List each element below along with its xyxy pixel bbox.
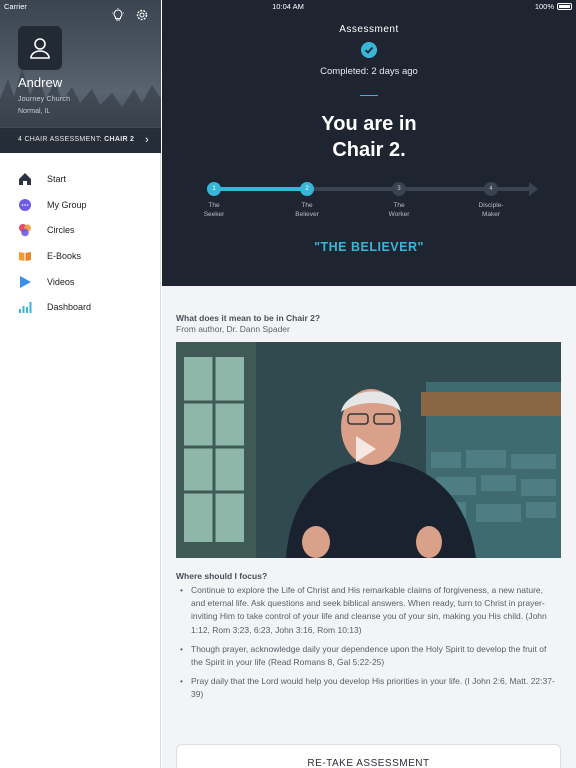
user-icon xyxy=(30,38,50,59)
step-label: The Believer xyxy=(295,202,319,218)
church-name: Journey Church xyxy=(18,96,71,103)
battery-percent: 100% xyxy=(534,2,554,11)
video-player[interactable] xyxy=(176,342,561,558)
assessment-header: Assessment Completed: 2 days ago You are… xyxy=(162,0,576,286)
assessment-result-link[interactable]: 4 CHAIR ASSESSMENT: CHAIR 2 › xyxy=(0,127,161,153)
status-bar: Carrier 10:04 AM 100% xyxy=(0,0,576,12)
chair-progress: 1 2 3 4 xyxy=(202,182,538,196)
checkmark-icon xyxy=(361,42,377,58)
sidebar-item-label: Dashboard xyxy=(47,302,92,313)
result-heading-line2: Chair 2. xyxy=(332,139,406,161)
sidebar-item-start[interactable]: Start xyxy=(0,166,161,192)
user-name: Andrew xyxy=(18,75,63,90)
step-label: The Seeker xyxy=(203,202,225,218)
focus-title: Where should I focus? xyxy=(176,571,268,581)
chevron-right-icon: › xyxy=(145,134,149,146)
church-location: Normal, IL xyxy=(18,108,51,115)
assessment-value: CHAIR 2 xyxy=(104,136,135,143)
sidebar-item-e-books[interactable]: E-Books xyxy=(0,243,161,269)
assessment-prefix: 4 CHAIR ASSESSMENT: xyxy=(18,136,102,143)
battery-icon xyxy=(557,3,572,10)
list-item: Pray daily that the Lord would help you … xyxy=(180,675,556,701)
progress-arrow xyxy=(529,182,538,196)
completed-date: Completed: 2 days ago xyxy=(320,66,418,77)
step-dot: 1 xyxy=(207,182,221,196)
header-label: Assessment xyxy=(339,24,399,35)
sidebar-item-label: My Group xyxy=(47,199,87,210)
sidebar-nav: Start My Group Circles E-Books Videos Da… xyxy=(0,166,161,320)
home-icon xyxy=(19,172,31,185)
sidebar-item-my-group[interactable]: My Group xyxy=(0,192,161,218)
sidebar-item-videos[interactable]: Videos xyxy=(0,269,161,295)
question-author: From author, Dr. Dann Spader xyxy=(176,324,290,334)
retake-assessment-button[interactable]: RE-TAKE ASSESSMENT xyxy=(176,744,561,768)
step-dot: 2 xyxy=(300,182,314,196)
main-content: What does it mean to be in Chair 2? From… xyxy=(162,286,576,768)
play-button-icon[interactable] xyxy=(356,436,376,462)
circles-icon xyxy=(19,224,31,237)
result-heading-line1: You are in xyxy=(321,113,417,135)
book-icon xyxy=(19,251,31,261)
focus-list: Continue to explore the Life of Christ a… xyxy=(180,584,556,708)
profile-header: Andrew Journey Church Normal, IL 4 CHAIR… xyxy=(0,0,161,153)
step-dot: 4 xyxy=(484,182,498,196)
sidebar-item-label: Videos xyxy=(47,276,75,287)
status-time: 10:04 AM xyxy=(272,2,304,11)
sidebar-item-label: Start xyxy=(47,173,67,184)
sidebar-item-label: Circles xyxy=(47,225,75,236)
sidebar: Andrew Journey Church Normal, IL 4 CHAIR… xyxy=(0,0,161,768)
play-icon xyxy=(20,275,31,288)
sidebar-item-dashboard[interactable]: Dashboard xyxy=(0,294,161,320)
list-item: Continue to explore the Life of Christ a… xyxy=(180,584,556,637)
divider xyxy=(360,95,378,96)
list-item: Though prayer, acknowledge daily your de… xyxy=(180,643,556,669)
avatar[interactable] xyxy=(18,26,62,70)
step-label: Disciple- Maker xyxy=(478,202,504,218)
chair-name: "THE BELIEVER" xyxy=(314,240,424,254)
chat-bubble-icon xyxy=(19,198,31,211)
step-label: The Worker xyxy=(388,202,410,218)
step-dot: 3 xyxy=(392,182,406,196)
progress-fill xyxy=(214,187,307,191)
bar-chart-icon xyxy=(19,302,32,314)
sidebar-item-circles[interactable]: Circles xyxy=(0,217,161,243)
question-title: What does it mean to be in Chair 2? xyxy=(176,313,321,323)
sidebar-item-label: E-Books xyxy=(47,250,82,261)
